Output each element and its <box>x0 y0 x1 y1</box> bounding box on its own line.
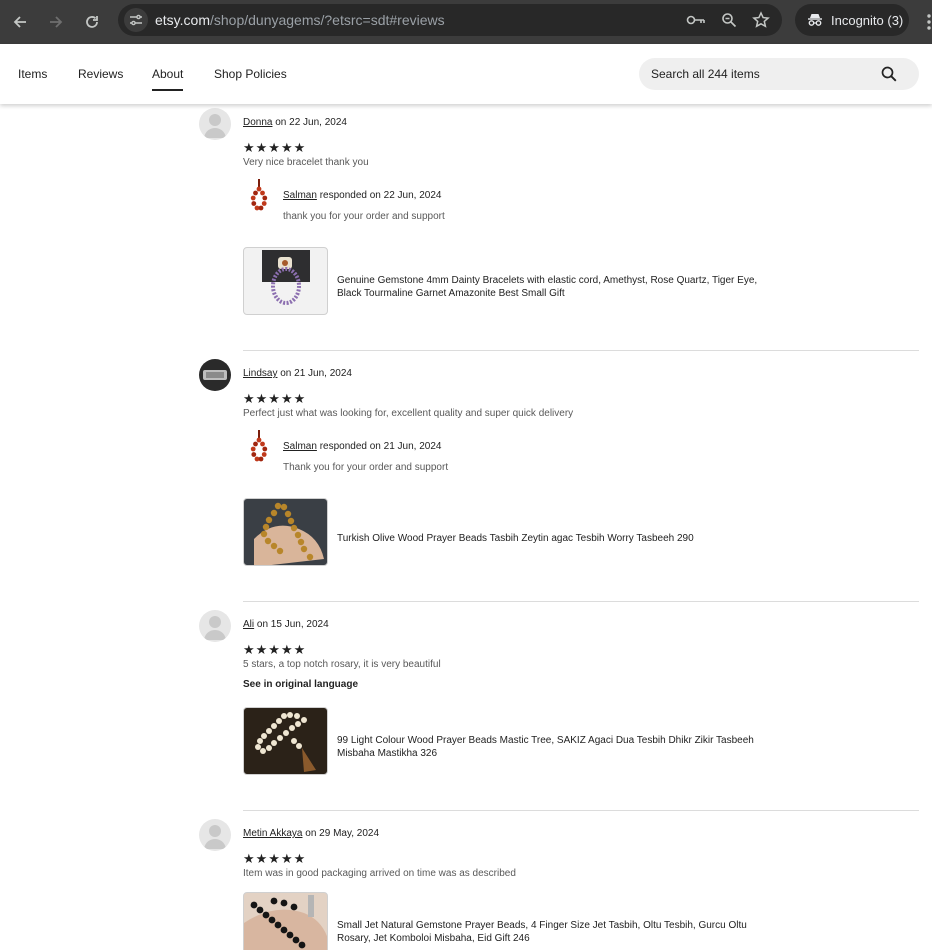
review-date: on 15 Jun, 2024 <box>256 619 329 630</box>
reviewer-link[interactable]: Donna <box>243 117 272 128</box>
bracelet-image <box>262 250 310 305</box>
tab-shop-policies[interactable]: Shop Policies <box>214 67 287 81</box>
review-date: on 21 Jun, 2024 <box>280 368 352 379</box>
back-button[interactable] <box>6 8 34 36</box>
item-thumbnail[interactable] <box>243 892 328 950</box>
response-meta: Salman responded on 22 Jun, 2024 <box>283 190 441 201</box>
review-meta: Donna on 22 Jun, 2024 <box>243 117 347 128</box>
item-title[interactable]: Small Jet Natural Gemstone Prayer Beads,… <box>337 919 777 945</box>
reviews-list: Donna on 22 Jun, 2024 ★★★★★ Very nice br… <box>0 104 932 950</box>
reload-icon <box>86 16 98 28</box>
response-date: responded on 22 Jun, 2024 <box>319 190 442 201</box>
avatar[interactable] <box>199 108 231 140</box>
default-avatar-icon <box>204 616 226 640</box>
arrow-left-icon <box>13 16 26 28</box>
review-text: Item was in good packaging arrived on ti… <box>243 868 516 879</box>
browser-toolbar: etsy.com/shop/dunyagems/?etsrc=sdt#revie… <box>0 0 932 44</box>
review-text: Perfect just what was looking for, excel… <box>243 408 574 419</box>
item-title[interactable]: 99 Light Colour Wood Prayer Beads Mastic… <box>337 734 777 760</box>
review-divider <box>243 810 919 811</box>
tab-items[interactable]: Items <box>18 67 47 81</box>
reviewer-link[interactable]: Metin Akkaya <box>243 828 302 839</box>
arrow-right-icon <box>50 16 63 28</box>
review-meta: Metin Akkaya on 29 May, 2024 <box>243 828 379 839</box>
tab-about[interactable]: About <box>152 67 184 91</box>
item-thumbnail[interactable] <box>243 498 328 566</box>
star-rating: ★★★★★ <box>243 643 307 658</box>
wood-prayer-beads-image <box>255 712 316 772</box>
search-icon[interactable] <box>881 66 897 82</box>
tab-reviews[interactable]: Reviews <box>78 67 123 81</box>
item-thumbnail[interactable] <box>243 707 328 775</box>
seller-link[interactable]: Salman <box>283 190 317 201</box>
review-divider <box>243 350 919 351</box>
url-host: etsy.com <box>155 12 210 28</box>
search-input[interactable] <box>651 58 871 90</box>
review-item: Ali on 15 Jun, 2024 ★★★★★ 5 stars, a top… <box>199 610 919 780</box>
review-date: on 22 Jun, 2024 <box>275 117 347 128</box>
avatar[interactable] <box>199 610 231 642</box>
review-date: on 29 May, 2024 <box>305 828 380 839</box>
star-rating: ★★★★★ <box>243 392 307 407</box>
default-avatar-icon <box>204 825 226 849</box>
review-item: Donna on 22 Jun, 2024 ★★★★★ Very nice br… <box>199 108 919 320</box>
item-thumbnail[interactable] <box>243 247 328 315</box>
user-photo-avatar <box>203 370 227 380</box>
shop-search <box>639 58 919 90</box>
shop-nav-bar: Items Reviews About Shop Policies <box>0 44 932 104</box>
item-title[interactable]: Genuine Gemstone 4mm Dainty Bracelets wi… <box>337 274 777 300</box>
default-avatar-icon <box>204 114 226 138</box>
review-text: 5 stars, a top notch rosary, it is very … <box>243 659 441 670</box>
browser-menu-icon[interactable] <box>923 12 932 32</box>
response-meta: Salman responded on 21 Jun, 2024 <box>283 441 441 452</box>
reviewer-link[interactable]: Lindsay <box>243 368 277 379</box>
reload-button[interactable] <box>78 8 106 36</box>
incognito-label: Incognito (3) <box>831 12 904 28</box>
url-text[interactable]: etsy.com/shop/dunyagems/?etsrc=sdt#revie… <box>155 12 445 28</box>
site-info-button[interactable] <box>124 8 148 32</box>
prayer-beads-image <box>254 502 324 565</box>
avatar[interactable] <box>199 819 231 851</box>
star-rating: ★★★★★ <box>243 141 307 156</box>
zoom-icon[interactable] <box>719 10 739 30</box>
review-meta: Lindsay on 21 Jun, 2024 <box>243 368 352 379</box>
avatar[interactable] <box>199 359 231 391</box>
response-date: responded on 21 Jun, 2024 <box>319 441 442 452</box>
review-text: Very nice bracelet thank you <box>243 157 369 168</box>
reviewer-link[interactable]: Ali <box>243 619 254 630</box>
seller-logo-icon[interactable] <box>249 178 269 212</box>
see-original-language-link[interactable]: See in original language <box>243 679 358 690</box>
bookmark-star-icon[interactable] <box>751 10 771 30</box>
response-text: Thank you for your order and support <box>283 462 449 473</box>
jet-prayer-beads-image <box>244 895 327 950</box>
review-item: Metin Akkaya on 29 May, 2024 ★★★★★ Item … <box>199 819 919 950</box>
review-meta: Ali on 15 Jun, 2024 <box>243 619 329 630</box>
review-divider <box>243 601 919 602</box>
forward-button[interactable] <box>42 8 70 36</box>
incognito-icon <box>808 14 822 26</box>
url-path: /shop/dunyagems/?etsrc=sdt#reviews <box>209 12 445 28</box>
address-bar[interactable]: etsy.com/shop/dunyagems/?etsrc=sdt#revie… <box>118 4 782 36</box>
review-item: Lindsay on 21 Jun, 2024 ★★★★★ Perfect ju… <box>199 359 919 571</box>
tune-icon <box>130 14 142 26</box>
star-rating: ★★★★★ <box>243 852 307 867</box>
seller-link[interactable]: Salman <box>283 441 317 452</box>
password-key-icon[interactable] <box>686 10 706 30</box>
item-title[interactable]: Turkish Olive Wood Prayer Beads Tasbih Z… <box>337 532 777 545</box>
seller-logo-icon[interactable] <box>249 429 269 463</box>
incognito-button[interactable]: Incognito (3) <box>795 4 909 36</box>
response-text: thank you for your order and support <box>283 211 445 222</box>
